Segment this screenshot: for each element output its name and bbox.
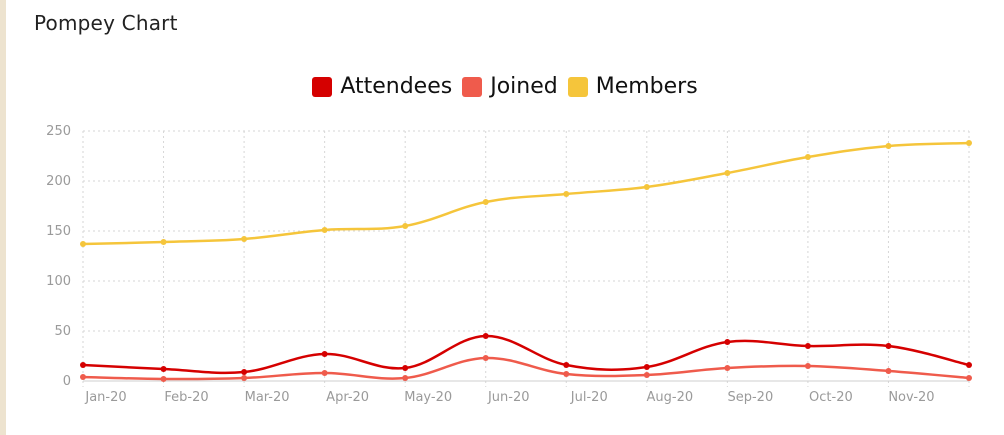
data-point-joined bbox=[563, 371, 570, 377]
x-tick-label: May-20 bbox=[404, 390, 452, 405]
x-tick-label: Apr-20 bbox=[326, 390, 369, 405]
x-tick-label: Mar-20 bbox=[245, 390, 290, 405]
data-point-members bbox=[966, 140, 972, 146]
data-point-joined bbox=[160, 376, 167, 382]
data-point-attendees bbox=[563, 362, 570, 368]
x-tick-label: Nov-20 bbox=[888, 390, 934, 405]
y-tick-label: 0 bbox=[63, 374, 71, 389]
data-point-attendees bbox=[321, 351, 328, 357]
data-point-members bbox=[402, 223, 409, 229]
data-point-joined bbox=[724, 365, 731, 371]
data-point-attendees bbox=[643, 364, 650, 370]
data-point-attendees bbox=[402, 365, 409, 371]
data-point-joined bbox=[321, 370, 328, 376]
y-tick-label: 100 bbox=[46, 274, 71, 289]
data-point-members bbox=[724, 170, 731, 176]
x-tick-label: Aug-20 bbox=[647, 390, 694, 405]
data-point-members bbox=[643, 184, 650, 190]
data-point-joined bbox=[402, 375, 409, 381]
data-point-attendees bbox=[160, 366, 167, 372]
data-point-joined bbox=[643, 372, 650, 378]
axis-layer: 0 50 100 150 200 250 Jan-20 Feb-20 Mar-20 Apr-20 M… bbox=[46, 124, 934, 405]
y-tick-label: 200 bbox=[46, 174, 71, 189]
data-point-members bbox=[241, 236, 248, 242]
x-tick-label: Feb-20 bbox=[164, 390, 208, 405]
chart-plot: 0 50 100 150 200 250 Jan-20 Feb-20 Mar-20 Apr-20 M… bbox=[46, 124, 972, 405]
data-point-joined bbox=[482, 355, 489, 361]
x-tick-label: Sep-20 bbox=[727, 390, 773, 405]
series-layer bbox=[80, 140, 972, 382]
y-tick-label: 150 bbox=[46, 224, 71, 239]
data-point-attendees bbox=[724, 339, 731, 345]
data-point-joined bbox=[80, 374, 86, 380]
data-point-members bbox=[804, 154, 811, 160]
data-point-attendees bbox=[80, 362, 86, 368]
data-point-members bbox=[160, 239, 167, 245]
x-tick-label: Jan-20 bbox=[84, 390, 126, 405]
x-tick-label: Jun-20 bbox=[487, 390, 530, 405]
data-point-attendees bbox=[885, 343, 892, 349]
data-point-joined bbox=[241, 375, 248, 381]
data-point-joined bbox=[804, 363, 811, 369]
x-tick-label: Oct-20 bbox=[809, 390, 853, 405]
data-point-members bbox=[885, 143, 892, 149]
y-tick-label: 250 bbox=[46, 124, 71, 139]
x-tick-label: Jul-20 bbox=[570, 390, 608, 405]
data-point-members bbox=[563, 191, 570, 197]
series-line-joined bbox=[82, 356, 970, 381]
data-point-attendees bbox=[804, 343, 811, 349]
data-point-joined bbox=[966, 375, 972, 381]
data-point-attendees bbox=[482, 333, 489, 339]
data-point-members bbox=[80, 241, 86, 247]
series-line-members bbox=[82, 141, 970, 246]
y-tick-label: 50 bbox=[54, 324, 71, 339]
data-point-attendees bbox=[966, 362, 972, 368]
data-point-members bbox=[482, 199, 489, 205]
data-point-members bbox=[321, 227, 328, 233]
data-point-attendees bbox=[241, 369, 248, 375]
data-point-joined bbox=[885, 368, 892, 374]
chart-panel: Pompey Chart Attendees Joined Members 0 50 1… bbox=[6, 0, 1004, 435]
